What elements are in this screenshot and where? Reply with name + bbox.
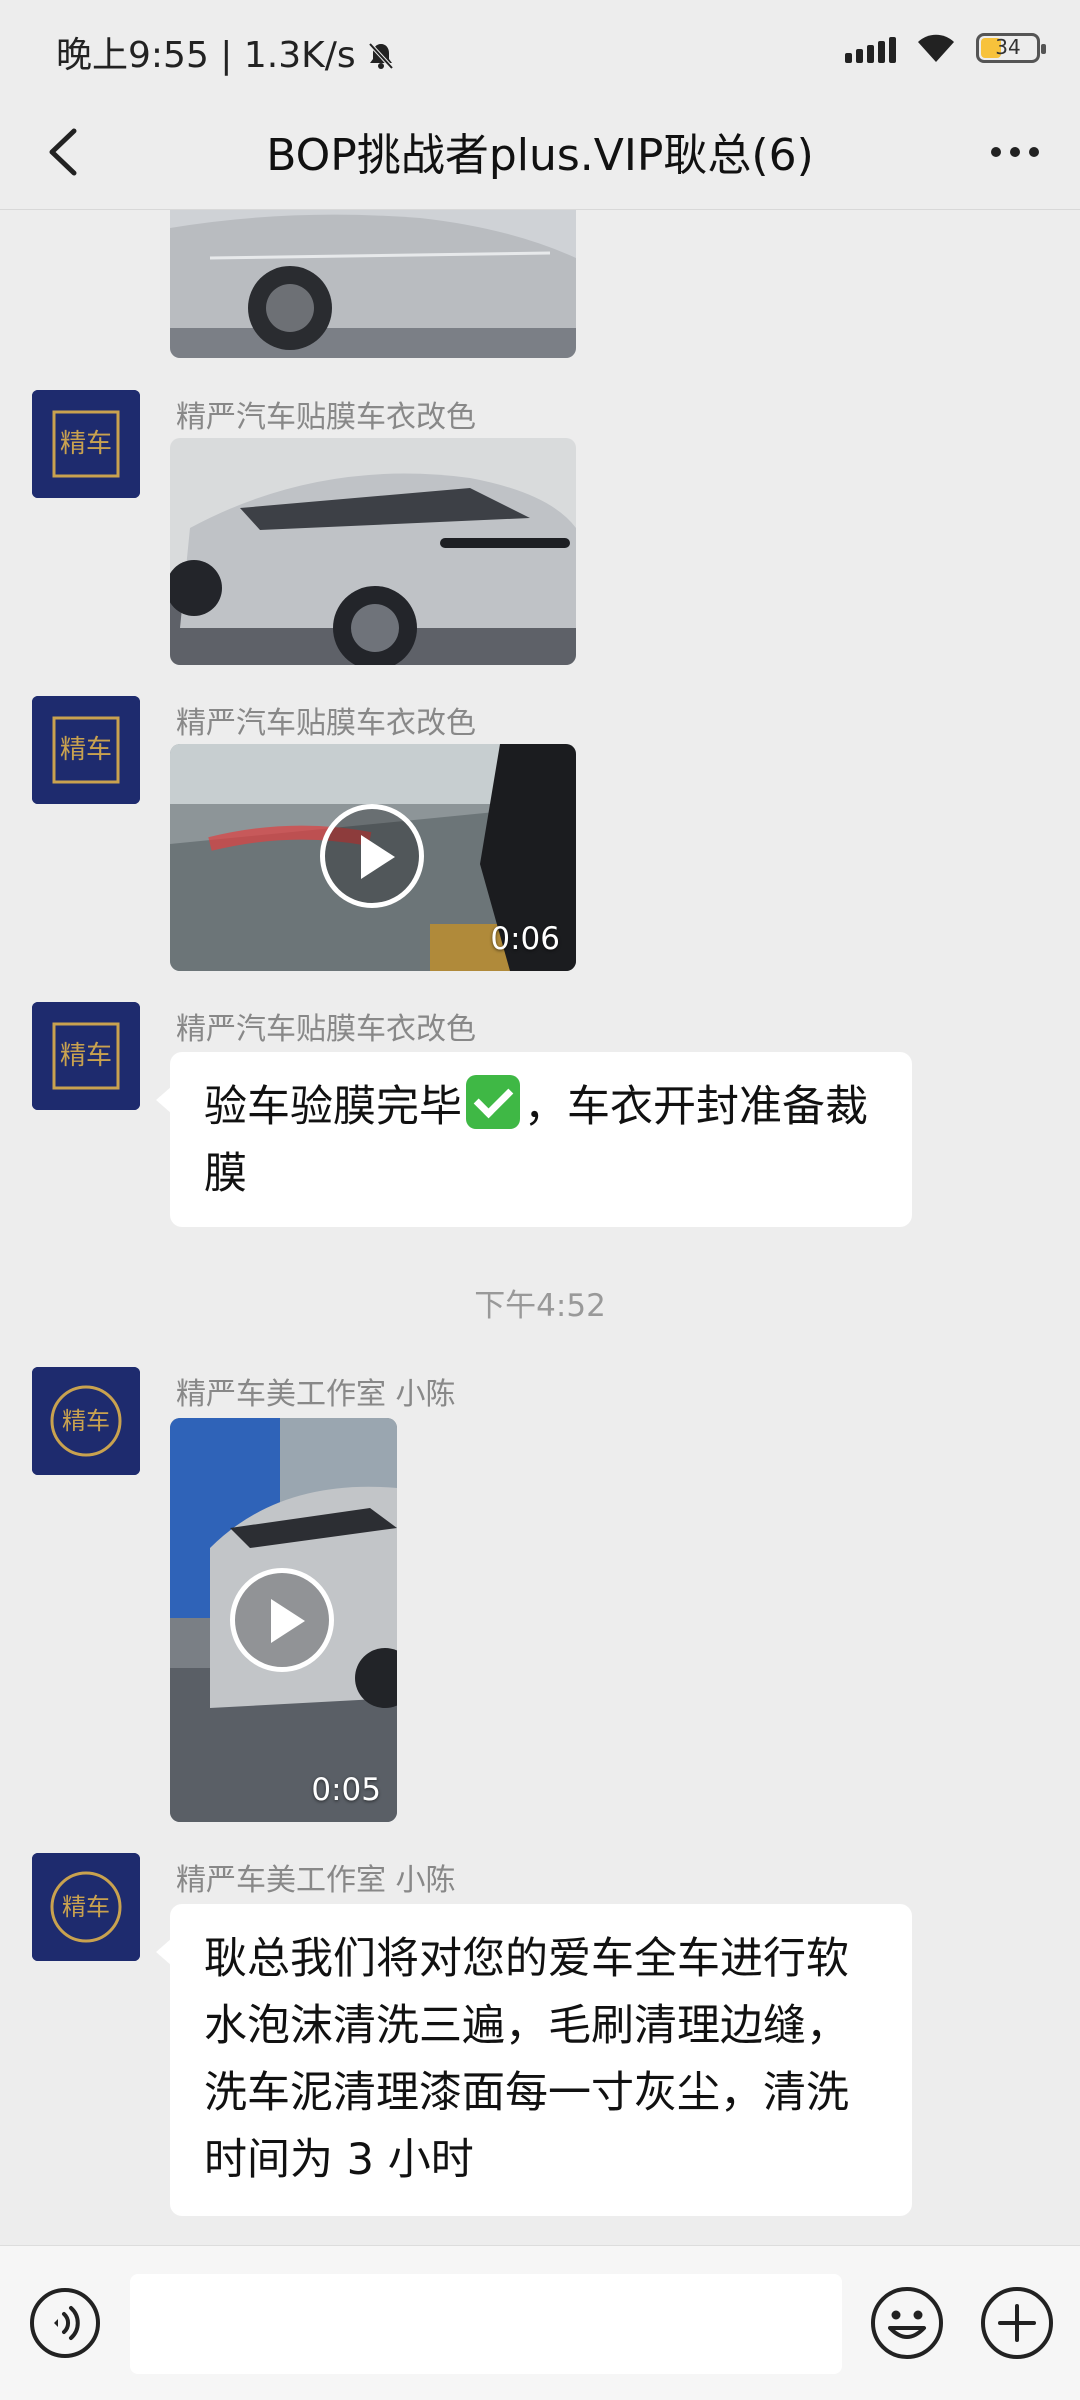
message-list[interactable]: 精车 精严汽车贴膜车衣改色 精车 精严汽车贴膜车衣改色 0:06 精车 精严汽车… (0, 210, 1080, 2245)
sender-name: 精严车美工作室 小陈 (176, 1377, 456, 1412)
video-duration: 0:05 (311, 1772, 381, 1808)
voice-icon[interactable] (28, 2286, 102, 2360)
avatar[interactable]: 精车 (32, 390, 140, 498)
mute-bell-icon (368, 42, 394, 70)
avatar[interactable]: 精车 (32, 1002, 140, 1110)
avatar[interactable]: 精车 (32, 1853, 140, 1961)
chat-header: BOP挑战者plus.VIP耿总(6) (0, 95, 1080, 210)
message-line: 水泡沫清洗三遍，毛刷清理边缝， (204, 2001, 849, 2051)
svg-text:精车: 精车 (62, 1407, 110, 1435)
video-duration: 0:06 (490, 921, 560, 957)
more-dots-icon[interactable] (980, 117, 1050, 187)
play-icon[interactable] (320, 804, 424, 908)
svg-text:精车: 精车 (62, 1893, 110, 1921)
sender-name: 精严汽车贴膜车衣改色 (176, 400, 476, 435)
avatar[interactable]: 精车 (32, 1367, 140, 1475)
battery-level: 34 (995, 35, 1021, 59)
video-message[interactable]: 0:06 (170, 744, 576, 971)
text-message[interactable]: 耿总我们将对您的爱车全车进行软 水泡沫清洗三遍，毛刷清理边缝， 洗车泥清理漆面每… (156, 1904, 912, 2216)
wifi-icon (918, 34, 954, 62)
sender-name: 精严车美工作室 小陈 (176, 1863, 456, 1898)
sender-name: 精严汽车贴膜车衣改色 (176, 706, 476, 741)
message-line: 验车验膜完毕 ，车衣开封准备裁 (204, 1074, 878, 1141)
battery-icon: 34 (976, 33, 1046, 63)
message-line: 耿总我们将对您的爱车全车进行软 (204, 1934, 849, 1984)
image-message[interactable] (170, 210, 576, 358)
message-line: 洗车泥清理漆面每一寸灰尘，清洗 (204, 2068, 849, 2118)
chat-title: BOP挑战者plus.VIP耿总(6) (266, 130, 814, 181)
emoji-icon[interactable] (868, 2284, 946, 2362)
status-time: 晚上9:55 | 1.3K/s (56, 26, 395, 78)
sender-name: 精严汽车贴膜车衣改色 (176, 1012, 476, 1047)
signal-icon (845, 33, 896, 63)
image-message[interactable] (170, 438, 576, 665)
svg-text:精车: 精车 (60, 735, 112, 765)
plus-icon[interactable] (978, 2284, 1056, 2362)
message-input[interactable] (130, 2274, 842, 2374)
play-icon[interactable] (230, 1568, 334, 1672)
svg-text:精车: 精车 (60, 429, 112, 459)
text-message[interactable]: 验车验膜完毕 ，车衣开封准备裁 膜 (156, 1052, 912, 1227)
status-time-text: 晚上9:55 | 1.3K/s (56, 35, 356, 76)
check-mark-icon (466, 1075, 520, 1129)
status-bar: 晚上9:55 | 1.3K/s 34 (0, 0, 1080, 95)
chevron-left-icon[interactable] (30, 117, 100, 187)
time-separator: 下午4:52 (474, 1288, 606, 1324)
avatar[interactable]: 精车 (32, 696, 140, 804)
svg-text:精车: 精车 (60, 1041, 112, 1071)
input-bar (0, 2245, 1080, 2400)
message-line: 膜 (204, 1149, 247, 1199)
video-message[interactable]: 0:05 (170, 1418, 397, 1822)
message-line: 时间为 3 小时 (204, 2135, 474, 2185)
